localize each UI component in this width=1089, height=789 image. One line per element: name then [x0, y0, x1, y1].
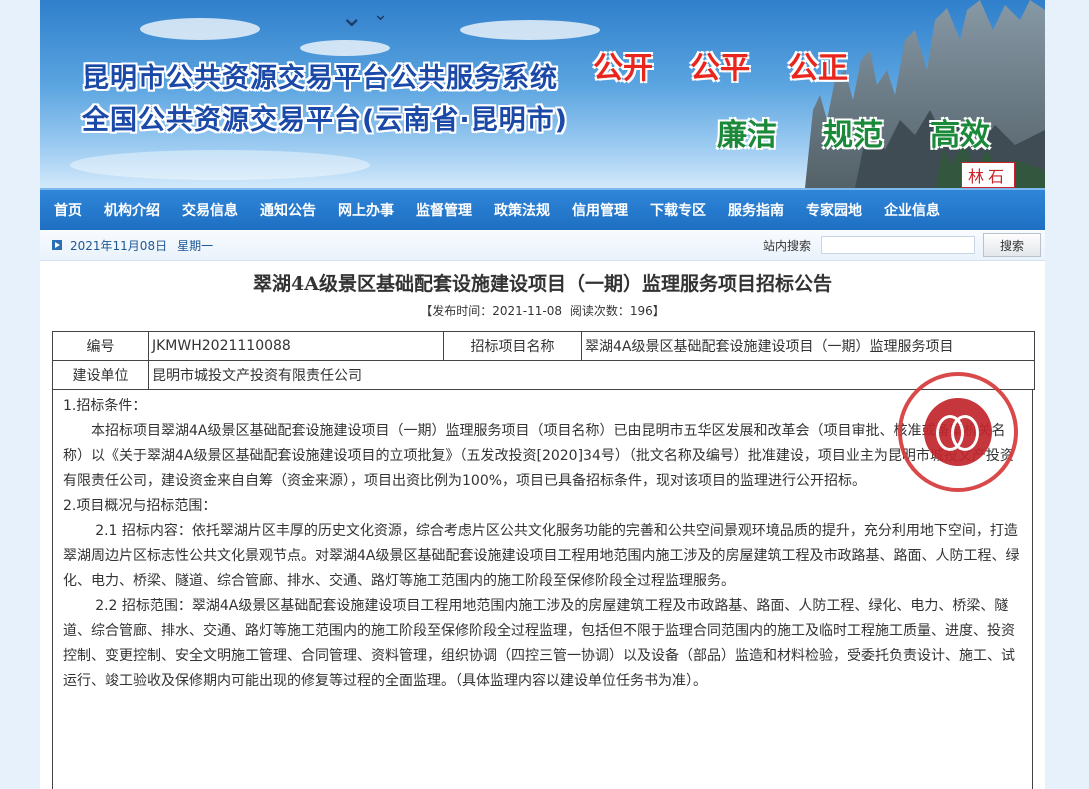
bird-icon: ⌄ — [373, 4, 389, 25]
search-button[interactable]: 搜索 — [983, 233, 1041, 257]
date-search-bar: 2021年11月08日 星期一 站内搜索 搜索 — [40, 230, 1045, 261]
announcement-body: 1.招标条件： 本招标项目翠湖4A级景区基础配套设施建设项目（一期）监理服务项目… — [52, 390, 1033, 789]
slogan-open: 公开 — [593, 51, 653, 86]
nav-item-home[interactable]: 首页 — [54, 200, 82, 220]
slogan-efficient: 高效 — [930, 118, 990, 153]
label-number: 编号 — [52, 331, 149, 361]
page-container: ⌄ ⌄ 昆明市公共资源交易平台公共服务系统 全国公共资源交易平台(云南省·昆明市… — [40, 0, 1045, 789]
slogan-just: 公正 — [788, 51, 848, 86]
table-row: 建设单位 昆明市城投文产投资有限责任公司 — [52, 360, 1035, 390]
table-row: 编号 JKMWH2021110088 招标项目名称 翠湖4A级景区基础配套设施建… — [52, 331, 1035, 361]
paragraph: 本招标项目翠湖4A级景区基础配套设施建设项目（一期）监理服务项目（项目名称）已由… — [63, 423, 1014, 489]
nav-item-trading-info[interactable]: 交易信息 — [182, 200, 238, 220]
banner-subtitle: 全国公共资源交易平台(云南省·昆明市) — [82, 105, 568, 136]
stone-forest-image — [805, 0, 1045, 188]
paragraph: 2.1 招标内容：依托翠湖片区丰厚的历史文化资源，综合考虑片区公共文化服务功能的… — [63, 523, 1020, 589]
main-nav: 首页 机构介绍 交易信息 通知公告 网上办事 监督管理 政策法规 信用管理 下载… — [40, 188, 1045, 230]
cloud-decoration — [300, 40, 390, 56]
paragraph: 2.2 招标范围：翠湖4A级景区基础配套设施建设项目工程用地范围内施工涉及的房屋… — [63, 598, 1015, 689]
nav-item-enterprise[interactable]: 企业信息 — [884, 200, 940, 220]
play-arrow-icon — [52, 240, 62, 250]
section-heading: 1.招标条件： — [63, 398, 147, 414]
slogan-standard: 规范 — [823, 118, 883, 153]
official-seal-icon — [898, 372, 1018, 492]
bird-icon: ⌄ — [340, 0, 364, 33]
project-info-table: 编号 JKMWH2021110088 招标项目名称 翠湖4A级景区基础配套设施建… — [52, 331, 1035, 390]
publish-time: 【发布时间：2021-11-08 — [420, 304, 562, 318]
nav-item-supervision[interactable]: 监督管理 — [416, 200, 472, 220]
slogan-clean: 廉洁 — [717, 118, 777, 153]
nav-item-online-service[interactable]: 网上办事 — [338, 200, 394, 220]
stone-sign: 林石 — [960, 162, 1015, 188]
current-weekday: 星期一 — [177, 238, 214, 253]
seal-logo-icon — [924, 398, 992, 466]
value-construction-unit: 昆明市城投文产投资有限责任公司 — [148, 360, 1035, 390]
value-project-name: 翠湖4A级景区基础配套设施建设项目（一期）监理服务项目 — [581, 331, 1035, 361]
slogan-fair: 公平 — [690, 51, 750, 86]
search-label: 站内搜索 — [762, 238, 811, 253]
article-meta: 【发布时间：2021-11-08 阅读次数：196】 — [40, 302, 1045, 319]
site-banner: ⌄ ⌄ 昆明市公共资源交易平台公共服务系统 全国公共资源交易平台(云南省·昆明市… — [40, 0, 1045, 188]
cloud-decoration — [70, 150, 370, 180]
page-title: 翠湖4A级景区基础配套设施建设项目（一期）监理服务项目招标公告 — [253, 273, 832, 295]
banner-title: 昆明市公共资源交易平台公共服务系统 — [82, 63, 558, 94]
nav-item-credit[interactable]: 信用管理 — [572, 200, 628, 220]
label-construction-unit: 建设单位 — [52, 360, 149, 390]
current-date: 2021年11月08日 — [70, 238, 168, 253]
nav-item-downloads[interactable]: 下载专区 — [650, 200, 706, 220]
search-input[interactable] — [821, 236, 975, 254]
nav-item-notices[interactable]: 通知公告 — [260, 200, 316, 220]
nav-item-policies[interactable]: 政策法规 — [494, 200, 550, 220]
section-heading: 2.项目概况与招标范围： — [63, 498, 217, 514]
cloud-decoration — [460, 20, 600, 40]
nav-item-guide[interactable]: 服务指南 — [728, 200, 784, 220]
read-count: 阅读次数：196】 — [569, 304, 665, 318]
label-project-name: 招标项目名称 — [443, 331, 582, 361]
value-number: JKMWH2021110088 — [148, 331, 444, 361]
cloud-decoration — [140, 18, 260, 40]
nav-item-about[interactable]: 机构介绍 — [104, 200, 160, 220]
nav-item-experts[interactable]: 专家园地 — [806, 200, 862, 220]
